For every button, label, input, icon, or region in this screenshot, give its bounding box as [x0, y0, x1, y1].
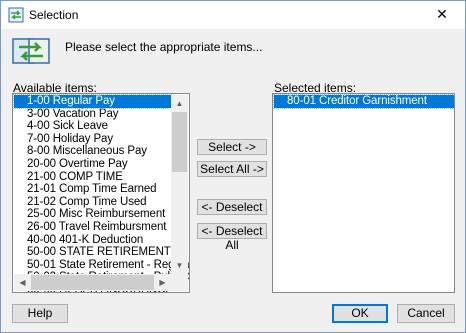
available-items: 1-00 Regular Pay 3-00 Vacation Pay 4-00 Si… [13, 94, 189, 292]
scroll-corner [171, 274, 188, 291]
vertical-scrollbar[interactable]: ▲ ▼ [171, 95, 188, 274]
list-item[interactable]: 80-01 Creditor Garnishment [273, 94, 454, 109]
list-item[interactable]: 4-00 Sick Leave [14, 120, 171, 133]
list-item[interactable]: 26-00 Travel Reimbursment [14, 221, 171, 234]
chevron-left-icon[interactable]: ◀ [14, 274, 31, 291]
available-items-list[interactable]: 1-00 Regular Pay 3-00 Vacation Pay 4-00 Si… [12, 93, 190, 293]
list-item[interactable]: 25-00 Misc Reimbursement [14, 208, 171, 221]
list-item[interactable]: 21-01 Comp Time Earned [14, 183, 171, 196]
list-item[interactable]: 1-00 Regular Pay [13, 94, 172, 109]
scroll-thumb[interactable] [172, 112, 187, 172]
list-item[interactable]: 20-00 Overtime Pay [14, 158, 171, 171]
instruction-text: Please select the appropriate items... [65, 40, 263, 54]
selected-items-list[interactable]: 80-01 Creditor Garnishment [272, 93, 455, 293]
window-title: Selection [29, 8, 79, 22]
chevron-up-icon[interactable]: ▲ [171, 95, 188, 112]
list-item[interactable]: 21-02 Comp Time Used [14, 196, 171, 209]
select-button[interactable]: Select -> [197, 139, 267, 155]
ok-button[interactable]: OK [332, 304, 388, 323]
close-icon: ✕ [436, 6, 448, 22]
deselect-all-button[interactable]: <- Deselect All [197, 223, 267, 252]
list-item[interactable]: 3-00 Vacation Pay [14, 108, 171, 121]
list-item[interactable]: 21-00 COMP TIME [14, 171, 171, 184]
title-bar: Selection ✕ [1, 1, 465, 29]
selected-items: 80-01 Creditor Garnishment [273, 94, 454, 109]
selection-dialog: Selection ✕ Please select the appropriat… [0, 0, 466, 333]
list-item[interactable]: 40-00 401-K Deduction [14, 234, 171, 247]
help-button[interactable]: Help [12, 304, 68, 323]
list-item[interactable]: 50-01 State Retirement - Regular [14, 259, 189, 272]
cancel-button[interactable]: Cancel [397, 304, 455, 323]
list-item[interactable]: 7-00 Holiday Pay [14, 133, 171, 146]
transfer-arrows-icon [12, 38, 50, 64]
chevron-right-icon[interactable]: ▶ [154, 274, 171, 291]
scroll-thumb[interactable] [31, 275, 154, 290]
transfer-icon [8, 7, 24, 23]
list-item[interactable]: 8-00 Miscellaneous Pay [14, 145, 171, 158]
chevron-down-icon[interactable]: ▼ [171, 257, 188, 274]
close-button[interactable]: ✕ [419, 1, 465, 29]
deselect-button[interactable]: <- Deselect [197, 199, 267, 215]
list-item[interactable]: 50-00 STATE RETIREMENT [14, 246, 171, 259]
select-all-button[interactable]: Select All -> [197, 161, 267, 177]
horizontal-scrollbar[interactable]: ◀ ▶ [14, 274, 171, 291]
